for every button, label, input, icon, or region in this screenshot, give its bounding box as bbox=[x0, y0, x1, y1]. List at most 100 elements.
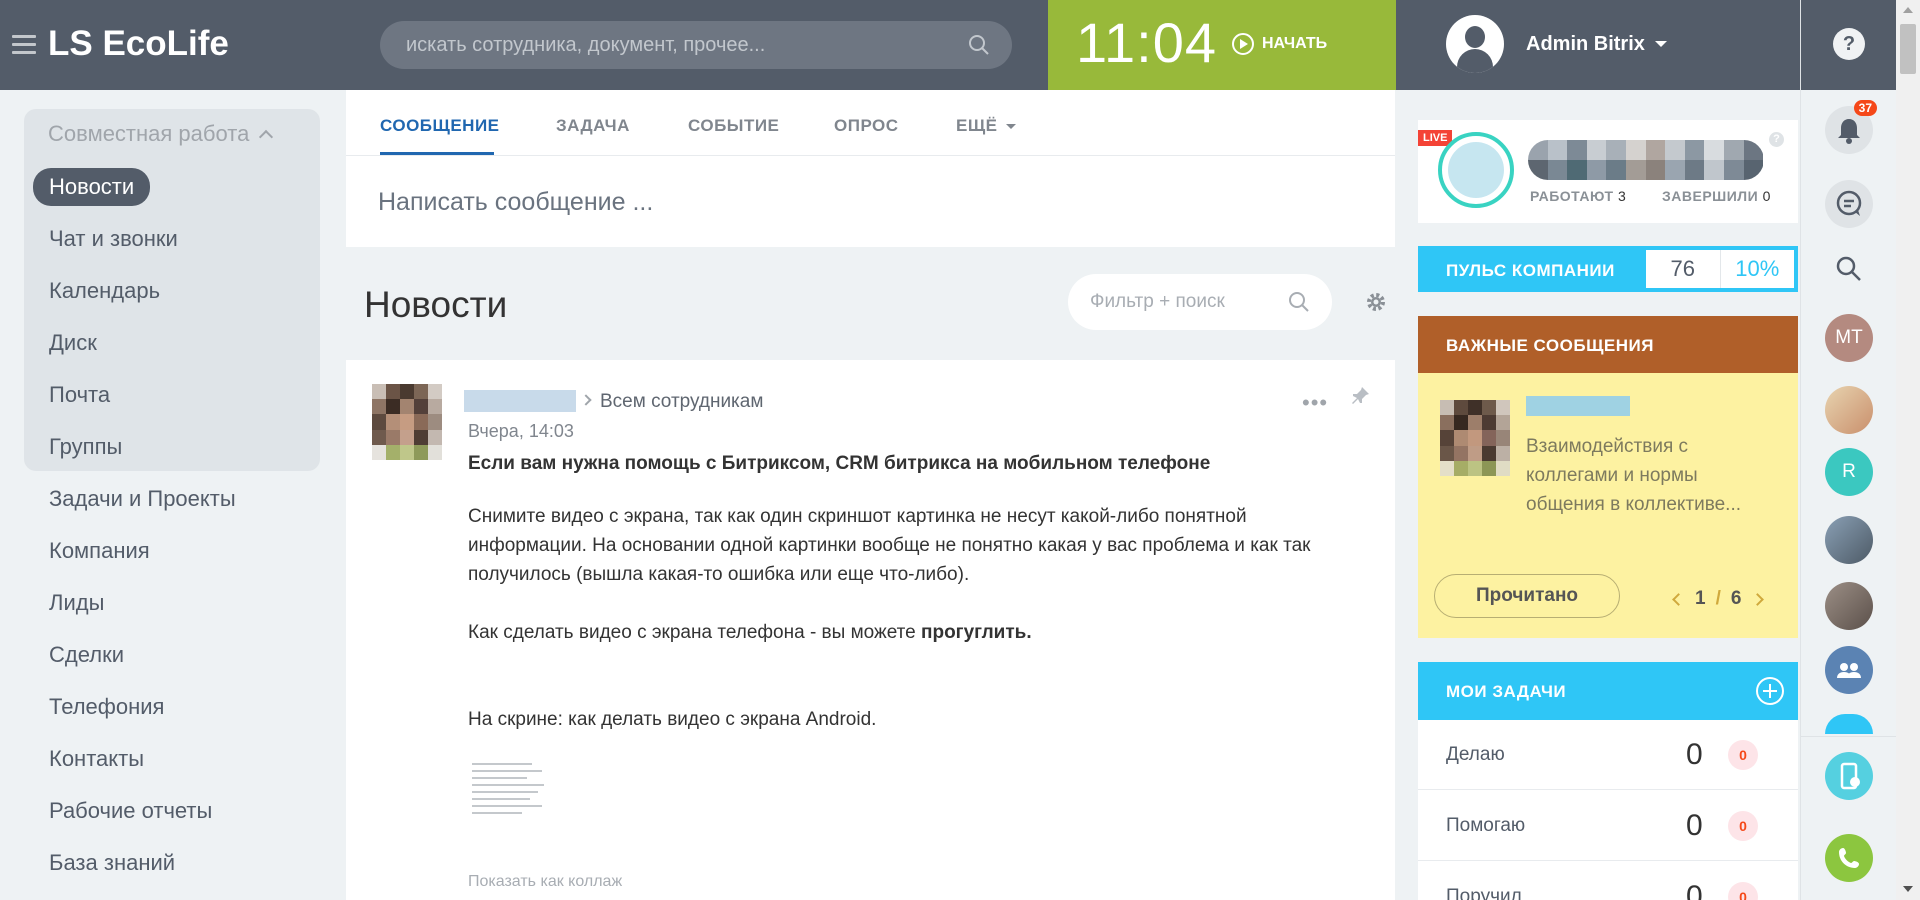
user-menu[interactable]: Admin Bitrix bbox=[1446, 15, 1667, 73]
tab-poll[interactable]: ОПРОС bbox=[834, 116, 899, 136]
help-icon[interactable]: ? bbox=[1833, 28, 1865, 60]
menu-item-disk[interactable]: Диск bbox=[49, 330, 97, 356]
chat-icon bbox=[1836, 190, 1862, 216]
user-avatar bbox=[1446, 15, 1504, 73]
search-icon[interactable] bbox=[1836, 256, 1862, 282]
composer-input[interactable]: Написать сообщение ... bbox=[378, 188, 653, 217]
more-icon[interactable]: ••• bbox=[1302, 390, 1328, 416]
tab-task[interactable]: ЗАДАЧА bbox=[556, 116, 630, 136]
mobile-icon bbox=[1840, 762, 1860, 790]
users-icon bbox=[1837, 663, 1861, 678]
post-paragraph: Как сделать видео с экрана телефона - вы… bbox=[468, 618, 1348, 647]
scroll-up-icon[interactable] bbox=[1903, 7, 1913, 13]
rail-divider bbox=[1801, 736, 1897, 737]
start-label: НАЧАТЬ bbox=[1262, 35, 1328, 52]
menu-item-calendar[interactable]: Календарь bbox=[49, 278, 160, 304]
menu-item-contacts[interactable]: Контакты bbox=[49, 746, 144, 772]
task-count: 0 bbox=[1686, 880, 1703, 900]
scrollbar-thumb[interactable] bbox=[1900, 24, 1916, 74]
search-input[interactable] bbox=[406, 21, 946, 69]
pulse-title: ПУЛЬС КОМПАНИИ bbox=[1446, 261, 1615, 280]
timeman-block: 11:04 НАЧАТЬ bbox=[1048, 0, 1396, 90]
page-total: 6 bbox=[1730, 588, 1742, 609]
menu-item-tasks[interactable]: Задачи и Проекты bbox=[49, 486, 236, 512]
tab-more[interactable]: ЕЩЁ bbox=[956, 116, 1016, 136]
menu-item-chat[interactable]: Чат и звонки bbox=[49, 226, 178, 252]
menu-group-label: Совместная работа bbox=[48, 121, 250, 146]
post-text: Как сделать видео с экрана телефона - вы… bbox=[468, 622, 921, 643]
important-author-name[interactable] bbox=[1526, 396, 1630, 416]
gear-icon[interactable] bbox=[1364, 290, 1388, 314]
pulse-values: 76 10% bbox=[1646, 250, 1794, 288]
composer-tabs: СООБЩЕНИЕ ЗАДАЧА СОБЫТИЕ ОПРОС ЕЩЁ bbox=[346, 90, 1395, 156]
feed-post: Всем сотрудникам Вчера, 14:03 ••• Если в… bbox=[346, 360, 1395, 900]
tab-event[interactable]: СОБЫТИЕ bbox=[688, 116, 779, 136]
show-collage-link[interactable]: Показать как коллаж bbox=[468, 873, 622, 891]
start-workday-button[interactable]: НАЧАТЬ bbox=[1232, 30, 1327, 58]
contact-avatar-mt[interactable]: МТ bbox=[1825, 314, 1873, 362]
task-overdue-badge: 0 bbox=[1728, 811, 1758, 841]
tasks-header[interactable]: МОИ ЗАДАЧИ bbox=[1418, 662, 1798, 720]
right-rail: ? 37 МТ R bbox=[1800, 0, 1897, 900]
task-count: 0 bbox=[1686, 738, 1703, 771]
page-scrollbar[interactable] bbox=[1896, 0, 1920, 900]
author-name[interactable] bbox=[464, 390, 576, 412]
menu-item-telephony[interactable]: Телефония bbox=[49, 694, 164, 720]
app-logo[interactable]: LS EcoLife bbox=[48, 24, 229, 64]
contact-avatar-group[interactable] bbox=[1825, 386, 1873, 434]
important-pager: 1 / 6 bbox=[1672, 588, 1765, 610]
live-widget[interactable]: LIVE РАБОТАЮТ 3 ЗАВЕРШИЛИ 0 ? bbox=[1418, 120, 1798, 223]
post-destination[interactable]: Всем сотрудникам bbox=[600, 391, 763, 413]
feed-filter[interactable] bbox=[1068, 274, 1332, 330]
search-icon[interactable] bbox=[968, 34, 990, 56]
active-tab-indicator bbox=[380, 152, 494, 155]
menu-item-company[interactable]: Компания bbox=[49, 538, 150, 564]
important-text[interactable]: Взаимодействия с коллегами и нормы общен… bbox=[1526, 432, 1776, 519]
post-date[interactable]: Вчера, 14:03 bbox=[468, 421, 574, 442]
company-pulse[interactable]: ПУЛЬС КОМПАНИИ 76 10% bbox=[1418, 246, 1798, 292]
task-row[interactable]: Делаю 0 0 bbox=[1418, 720, 1798, 790]
mark-read-button[interactable]: Прочитано bbox=[1434, 574, 1620, 618]
search-icon[interactable] bbox=[1288, 291, 1310, 313]
contact-avatar-person[interactable] bbox=[1825, 582, 1873, 630]
global-search[interactable] bbox=[380, 21, 1012, 69]
menu-item-reports[interactable]: Рабочие отчеты bbox=[49, 798, 212, 824]
live-avatar-strip bbox=[1528, 140, 1764, 180]
call-button[interactable] bbox=[1825, 834, 1873, 882]
add-task-icon[interactable] bbox=[1756, 677, 1784, 705]
menu-item-leads[interactable]: Лиды bbox=[49, 590, 104, 616]
author-avatar[interactable] bbox=[372, 384, 442, 460]
filter-input[interactable] bbox=[1090, 274, 1290, 330]
menu-burger-icon[interactable] bbox=[12, 35, 36, 55]
post-image-thumbnail[interactable] bbox=[468, 758, 564, 854]
contact-avatar-person[interactable] bbox=[1825, 516, 1873, 564]
chevron-right-icon[interactable] bbox=[1751, 592, 1765, 606]
menu-group-title[interactable]: Совместная работа bbox=[48, 121, 274, 147]
page-current: 1 bbox=[1695, 588, 1706, 609]
chevron-right-icon bbox=[580, 394, 592, 406]
rail-top: ? bbox=[1801, 0, 1897, 90]
messenger-button[interactable] bbox=[1825, 180, 1873, 228]
mobile-app-button[interactable] bbox=[1825, 752, 1873, 800]
help-icon[interactable]: ? bbox=[1769, 132, 1784, 147]
task-row[interactable]: Поручил 0 0 bbox=[1418, 862, 1798, 900]
contact-avatar-r[interactable]: R bbox=[1825, 448, 1873, 496]
chevron-left-icon[interactable] bbox=[1672, 592, 1685, 606]
scroll-down-icon[interactable] bbox=[1903, 886, 1913, 892]
task-row[interactable]: Помогаю 0 0 bbox=[1418, 791, 1798, 861]
important-author-avatar[interactable] bbox=[1440, 400, 1510, 476]
tab-message[interactable]: СООБЩЕНИЕ bbox=[380, 116, 500, 136]
notifications-button[interactable]: 37 bbox=[1825, 100, 1877, 154]
pin-icon[interactable] bbox=[1350, 384, 1372, 406]
menu-item-news[interactable]: Новости bbox=[33, 168, 151, 206]
clock: 11:04 bbox=[1076, 11, 1217, 74]
menu-item-groups[interactable]: Группы bbox=[49, 434, 122, 460]
important-header: ВАЖНЫЕ СООБЩЕНИЯ bbox=[1418, 316, 1798, 373]
menu-item-deals[interactable]: Сделки bbox=[49, 642, 124, 668]
group-chat-avatar[interactable] bbox=[1825, 646, 1873, 694]
menu-item-knowledge-base[interactable]: База знаний bbox=[49, 850, 175, 876]
notification-count: 37 bbox=[1853, 100, 1877, 116]
contact-avatar-partial[interactable] bbox=[1825, 714, 1873, 734]
menu-item-mail[interactable]: Почта bbox=[49, 382, 110, 408]
task-count: 0 bbox=[1686, 809, 1703, 842]
